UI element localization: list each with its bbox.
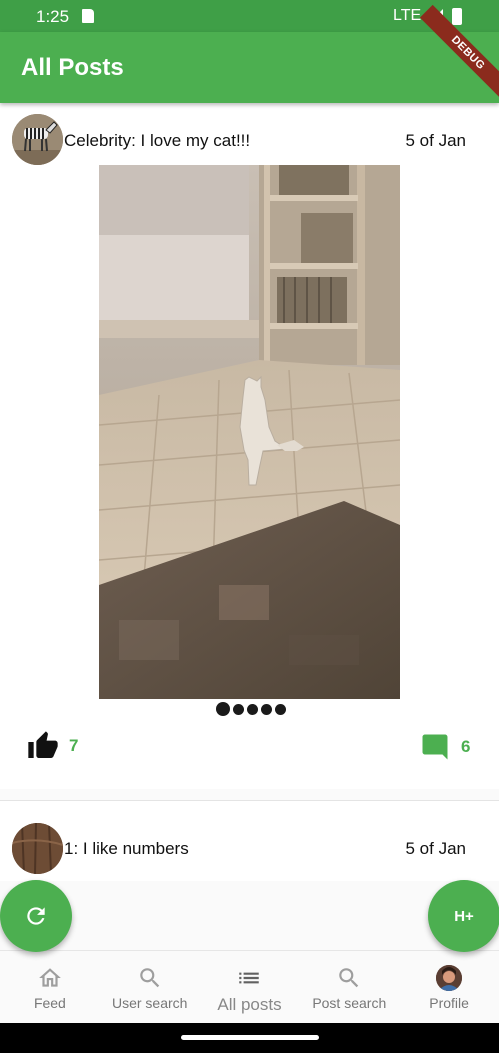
like-count: 7 [69, 736, 79, 755]
carousel-dot[interactable] [247, 703, 258, 715]
nav-label: Profile [429, 995, 469, 1011]
nav-item-user-search[interactable]: User search [100, 951, 200, 1024]
carousel-dot[interactable] [216, 702, 230, 716]
comment-button[interactable]: 6 [420, 731, 476, 763]
nav-label: Feed [33, 995, 66, 1011]
carousel-dot[interactable] [261, 703, 272, 715]
thumbs-up-icon [28, 731, 58, 758]
nav-item-post-search[interactable]: Post search [299, 951, 399, 1024]
posts-list[interactable]: Celebrity: I love my cat!!! 5 of Jan 7 6… [0, 103, 499, 950]
system-nav-bar [0, 1023, 499, 1053]
nav-label: User search [111, 995, 188, 1011]
carousel-dot[interactable] [275, 703, 286, 715]
nav-label: All posts [217, 995, 282, 1014]
battery-icon [452, 8, 462, 25]
comment-count: 6 [461, 737, 471, 756]
search-icon [339, 968, 359, 988]
post-title[interactable]: Celebrity: I love my cat!!! [64, 131, 250, 151]
comment-icon [422, 734, 448, 760]
sd-card-icon [82, 9, 94, 23]
cat-room-photo[interactable] [99, 165, 400, 699]
post-date: 5 of Jan [405, 839, 467, 858]
carousel-indicator[interactable] [216, 701, 286, 717]
add-post-button[interactable]: H+ [428, 880, 499, 952]
search-icon [139, 968, 159, 988]
refresh-icon [27, 907, 45, 925]
nav-item-feed[interactable]: Feed [0, 951, 100, 1024]
like-button[interactable]: 7 [27, 729, 87, 763]
post-card[interactable]: Celebrity: I love my cat!!! 5 of Jan 7 6 [0, 103, 499, 789]
post-title[interactable]: 1: I like numbers [64, 839, 189, 859]
app-bar: All Posts DEBUG [0, 4, 499, 103]
nav-item-all-posts[interactable]: All posts [200, 951, 300, 1024]
home-gesture-bar[interactable] [181, 1035, 319, 1040]
page-title: All Posts [21, 54, 124, 81]
zebra-avatar[interactable] [12, 114, 63, 165]
nav-label: Post search [312, 995, 387, 1011]
carousel-dot[interactable] [233, 703, 244, 715]
post-date: 5 of Jan [405, 131, 467, 150]
nav-item-profile[interactable]: Profile [399, 951, 499, 1024]
add-post-label: H+ [454, 907, 474, 925]
status-time: 1:25 [36, 7, 70, 26]
bottom-nav: Feed User search All posts Post search P… [0, 950, 499, 1023]
post-card[interactable]: 1: I like numbers 5 of Jan [0, 801, 499, 881]
list-icon [239, 972, 260, 984]
profile-avatar [436, 965, 463, 991]
wood-avatar[interactable] [12, 823, 63, 874]
home-icon [39, 968, 61, 987]
network-type: LTE [393, 7, 422, 24]
refresh-button[interactable] [0, 880, 72, 952]
